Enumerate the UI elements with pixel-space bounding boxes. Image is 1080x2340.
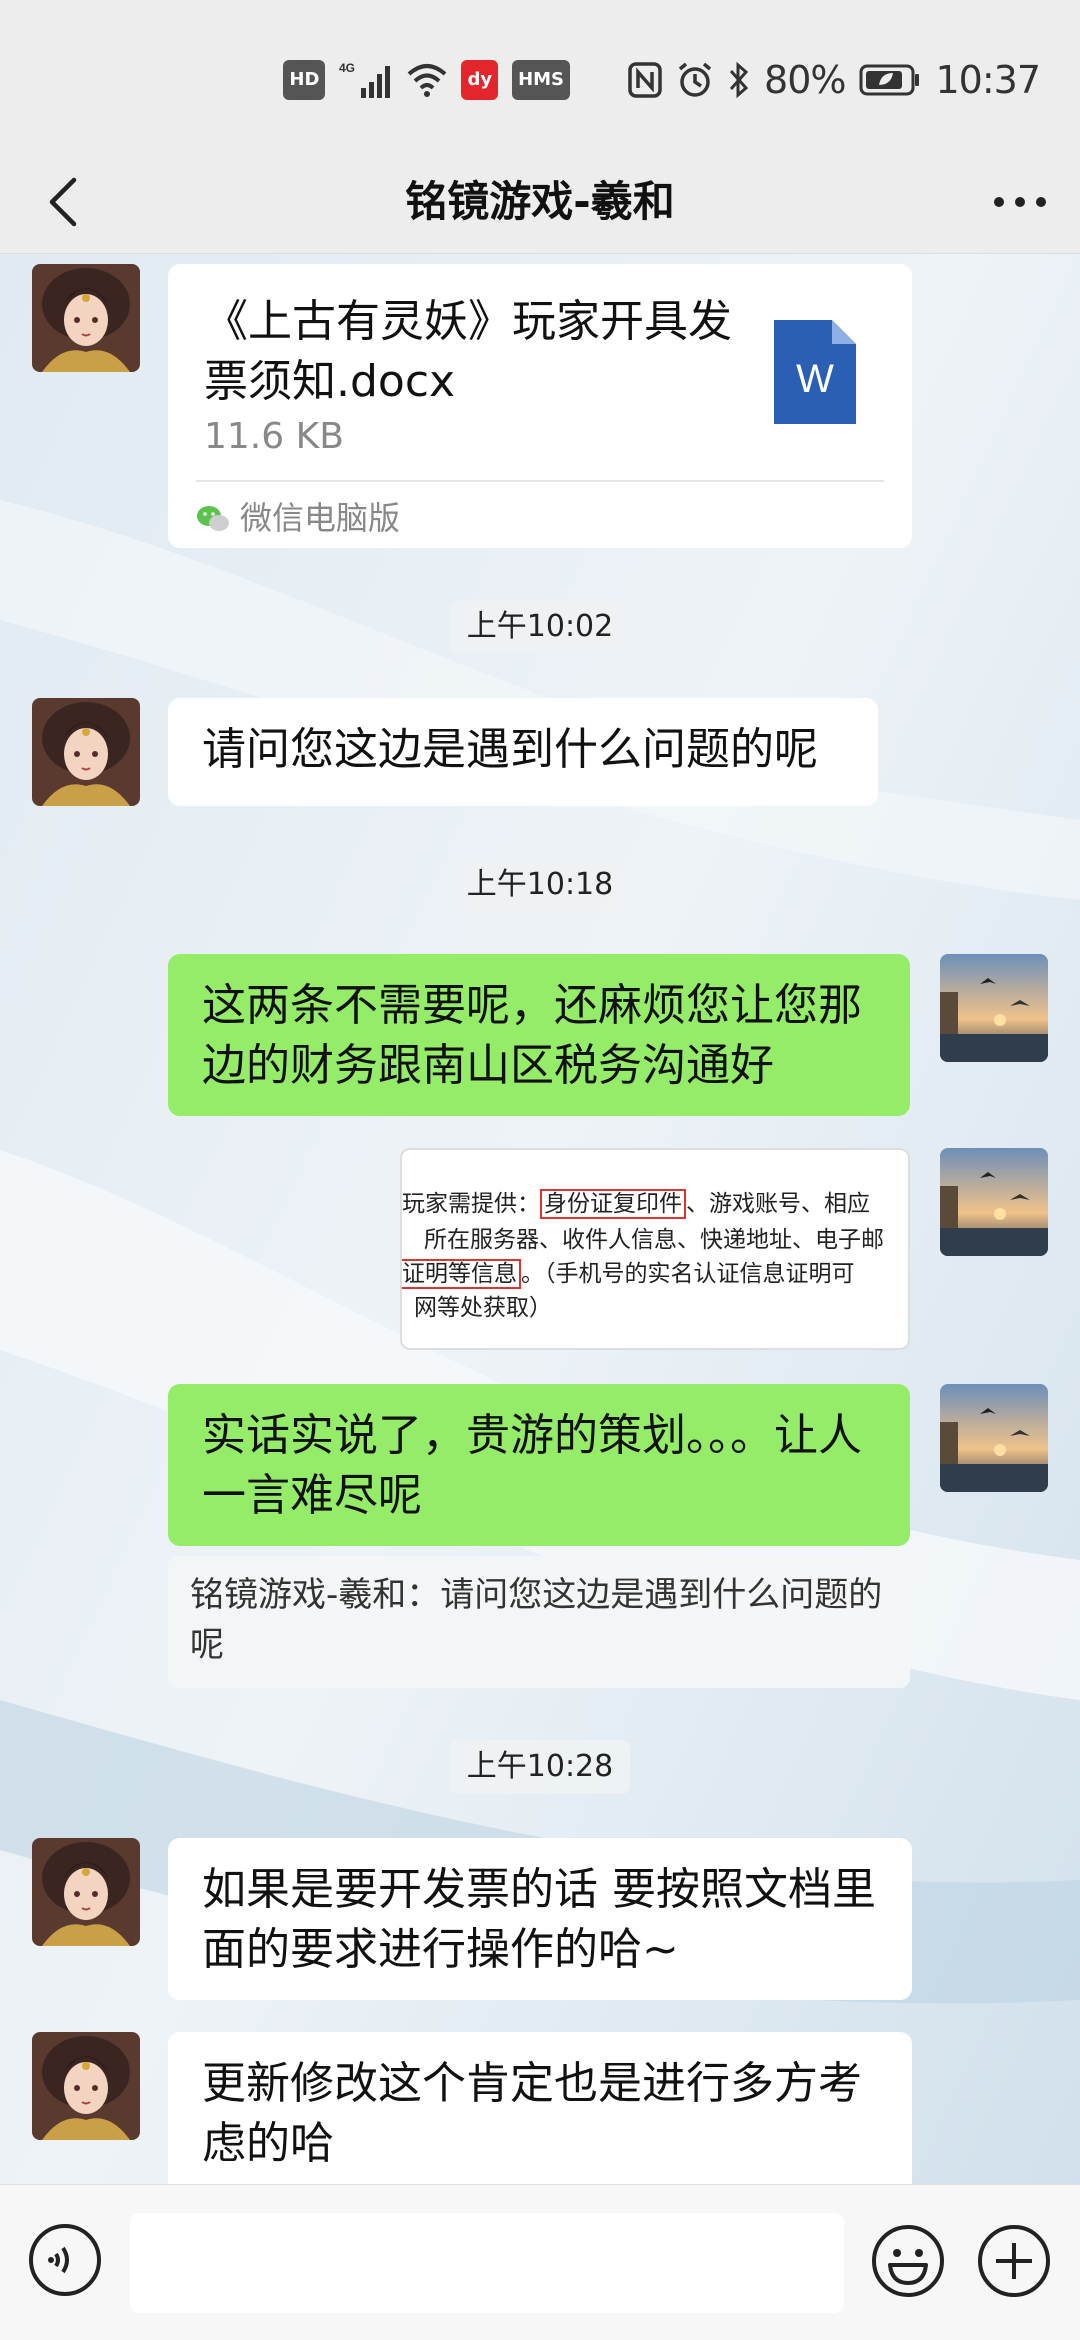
- bluetooth-icon: [728, 60, 750, 100]
- wifi-icon: [407, 60, 447, 100]
- more-options-button[interactable]: [988, 170, 1052, 234]
- image-text: 。（手机号的实名认证信息证明可: [521, 1261, 855, 1287]
- hms-icon: HMS: [512, 60, 571, 100]
- status-bar: HD 4G dy HMS 80% 10:37: [0, 0, 1080, 150]
- wechat-icon: [196, 504, 230, 534]
- svg-text:4G: 4G: [339, 61, 355, 75]
- plus-icon: [978, 2225, 1050, 2297]
- message-bubble[interactable]: 更新修改这个肯定也是进行多方考虑的哈: [168, 2032, 912, 2184]
- image-text: 、游戏账号、相应: [686, 1191, 870, 1217]
- word-document-icon: W: [774, 320, 856, 424]
- file-message[interactable]: 《上古有灵妖》玩家开具发票须知.docx 11.6 KB W 微信电脑版: [168, 264, 912, 548]
- message-bubble[interactable]: 这两条不需要呢，还麻烦您让您那边的财务跟南山区税务沟通好: [168, 954, 910, 1116]
- contact-avatar[interactable]: [32, 2032, 140, 2140]
- my-avatar[interactable]: [940, 1384, 1048, 1492]
- message-bubble[interactable]: 实话实说了，贵游的策划。。。让人一言难尽呢: [168, 1384, 910, 1546]
- more-functions-button[interactable]: [976, 2223, 1052, 2299]
- my-avatar[interactable]: [940, 954, 1048, 1062]
- image-text: 网等处获取）: [414, 1295, 552, 1321]
- chat-header: 铭镜游戏-羲和: [0, 150, 1080, 254]
- signal-icon: 4G: [339, 60, 393, 100]
- more-dots-icon: [994, 197, 1046, 207]
- image-text: 所在服务器、收件人信息、快递地址、电子邮: [424, 1227, 884, 1253]
- message-bubble[interactable]: 如果是要开发票的话 要按照文档里面的要求进行操作的哈~: [168, 1838, 912, 2000]
- file-source: 微信电脑版: [240, 499, 401, 537]
- image-highlight: 身份证复印件: [540, 1189, 686, 1219]
- clock: 10:37: [935, 58, 1041, 102]
- file-name: 《上古有灵妖》玩家开具发票须知.docx: [204, 296, 732, 407]
- timestamp: 上午10:18: [450, 858, 630, 912]
- image-message[interactable]: 玩家需提供： 身份证复印件 、游戏账号、相应 所在服务器、收件人信息、快递地址、电子…: [400, 1148, 910, 1350]
- emoji-button[interactable]: [870, 2223, 946, 2299]
- file-divider: [196, 480, 884, 482]
- image-text: 玩家需提供：: [402, 1191, 540, 1217]
- my-avatar[interactable]: [940, 1148, 1048, 1256]
- emoji-icon: [872, 2225, 944, 2297]
- svg-text:W: W: [796, 357, 834, 401]
- status-icons: HD 4G dy HMS 80% 10:37: [283, 58, 1041, 102]
- message-list[interactable]: 《上古有灵妖》玩家开具发票须知.docx 11.6 KB W 微信电脑版 上午1…: [0, 254, 1080, 2184]
- chat-title: 铭镜游戏-羲和: [405, 177, 675, 226]
- alarm-icon: [676, 60, 714, 100]
- contact-avatar[interactable]: [32, 698, 140, 806]
- douyin-app-icon: dy: [461, 60, 499, 100]
- voice-icon: [29, 2224, 101, 2296]
- quoted-message[interactable]: 铭镜游戏-羲和：请问您这边是遇到什么问题的呢: [168, 1556, 910, 1688]
- contact-avatar[interactable]: [32, 1838, 140, 1946]
- timestamp: 上午10:28: [450, 1740, 630, 1794]
- message-bubble[interactable]: 请问您这边是遇到什么问题的呢: [168, 698, 878, 806]
- message-input[interactable]: [130, 2213, 844, 2313]
- battery-icon: [859, 60, 921, 100]
- timestamp: 上午10:02: [450, 600, 630, 654]
- voice-input-button[interactable]: [28, 2223, 102, 2297]
- file-size: 11.6 KB: [204, 416, 344, 457]
- nfc-icon: [628, 60, 662, 100]
- image-highlight: 证明等信息: [402, 1259, 521, 1289]
- battery-percent: 80%: [764, 58, 846, 102]
- contact-avatar[interactable]: [32, 264, 140, 372]
- input-bar: [0, 2184, 1080, 2340]
- hd-indicator: HD: [283, 60, 326, 100]
